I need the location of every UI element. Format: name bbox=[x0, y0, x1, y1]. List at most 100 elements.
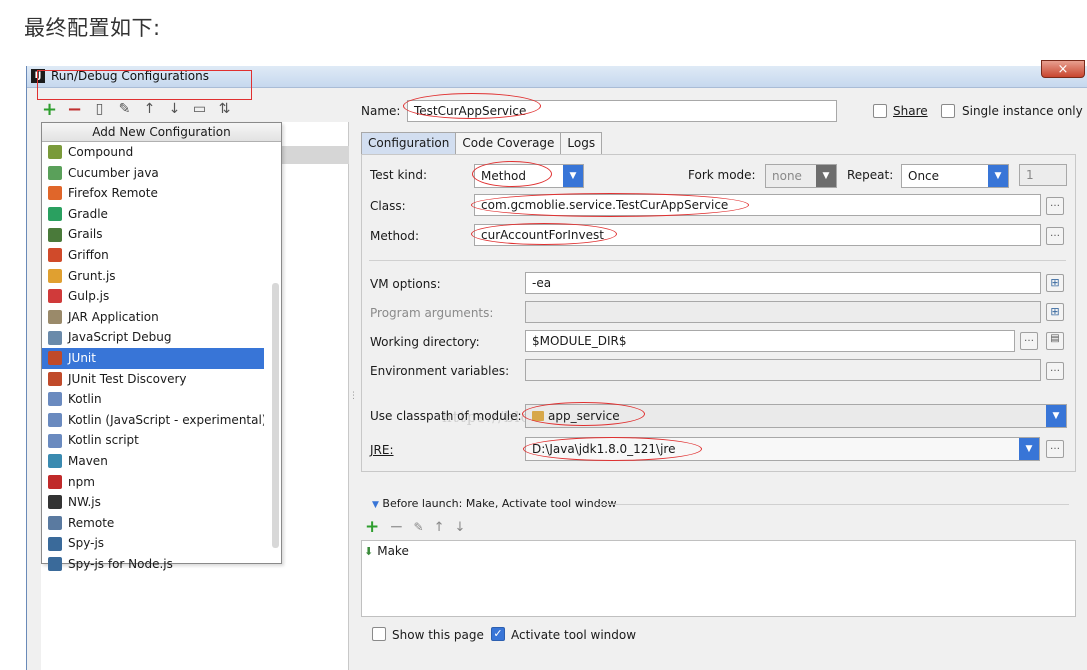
move-task-up-icon[interactable]: ↑ bbox=[434, 520, 445, 535]
collapse-triangle-icon[interactable]: ▼ bbox=[372, 500, 379, 510]
pane-splitter[interactable]: ⋮ bbox=[349, 391, 358, 401]
popup-item[interactable]: Compound bbox=[42, 142, 264, 163]
compound-icon bbox=[48, 145, 62, 160]
window-titlebar: IJ Run/Debug Configurations × bbox=[27, 60, 1087, 88]
popup-scrollbar[interactable] bbox=[272, 283, 279, 548]
popup-item[interactable]: Grails bbox=[42, 224, 264, 245]
config-toolbar: + − ▯ ✎ ↑ ↓ ▭ ⇅ bbox=[41, 99, 233, 120]
chevron-down-icon: ▼ bbox=[1019, 438, 1039, 460]
kotlin-icon bbox=[48, 392, 62, 407]
method-input[interactable]: curAccountForInvest bbox=[474, 224, 1041, 246]
test-kind-value: Method bbox=[481, 169, 527, 183]
before-launch-item[interactable]: ⬇ Make bbox=[364, 544, 409, 558]
share-label: Share bbox=[893, 104, 928, 118]
popup-item[interactable]: Grunt.js bbox=[42, 266, 264, 287]
repeat-select[interactable]: Once ▼ bbox=[901, 164, 1009, 188]
wrench-icon[interactable]: ✎ bbox=[116, 101, 133, 118]
tab-configuration[interactable]: Configuration bbox=[361, 132, 457, 154]
popup-item-label: Cucumber java bbox=[68, 165, 159, 180]
move-task-down-icon[interactable]: ↓ bbox=[454, 520, 465, 535]
chevron-down-icon: ▼ bbox=[1046, 405, 1066, 427]
popup-item[interactable]: Remote bbox=[42, 513, 264, 534]
remote-icon bbox=[48, 515, 62, 530]
popup-item-label: JavaScript Debug bbox=[68, 330, 172, 345]
popup-item-label: JAR Application bbox=[68, 309, 159, 324]
jre-select[interactable]: D:\Java\jdk1.8.0_121\jre ▼ bbox=[525, 437, 1040, 461]
remove-task-icon[interactable]: − bbox=[389, 517, 403, 537]
working-dir-browse-button[interactable]: … bbox=[1020, 332, 1038, 350]
vm-options-input[interactable]: -ea bbox=[525, 272, 1041, 294]
sort-icon[interactable]: ⇅ bbox=[216, 101, 233, 118]
popup-item-label: Gulp.js bbox=[68, 289, 110, 304]
add-icon[interactable]: + bbox=[41, 99, 58, 120]
popup-item[interactable]: Kotlin (JavaScript - experimental) bbox=[42, 410, 264, 431]
jre-browse-button[interactable]: … bbox=[1046, 440, 1064, 458]
tab-logs[interactable]: Logs bbox=[560, 132, 603, 154]
show-page-checkbox[interactable] bbox=[372, 627, 386, 641]
kotlin-script-icon bbox=[48, 433, 62, 448]
popup-item[interactable]: NW.js bbox=[42, 492, 264, 513]
popup-item[interactable]: Kotlin script bbox=[42, 430, 264, 451]
popup-item[interactable]: Cucumber java bbox=[42, 163, 264, 184]
popup-item[interactable]: Maven bbox=[42, 451, 264, 472]
popup-item[interactable]: Kotlin bbox=[42, 389, 264, 410]
class-browse-button[interactable]: … bbox=[1046, 197, 1064, 215]
popup-item[interactable]: Griffon bbox=[42, 245, 264, 266]
close-button[interactable]: × bbox=[1041, 60, 1085, 78]
popup-item-label: Spy-js bbox=[68, 536, 105, 551]
add-task-icon[interactable]: + bbox=[365, 517, 379, 537]
env-vars-browse-button[interactable]: … bbox=[1046, 362, 1064, 380]
tab-code-coverage[interactable]: Code Coverage bbox=[455, 132, 562, 154]
nwjs-icon bbox=[48, 495, 62, 510]
popup-item-label: Spy-js for Node.js bbox=[68, 556, 173, 571]
class-input[interactable]: com.gcmoblie.service.TestCurAppService bbox=[474, 194, 1041, 216]
tree-selected-row[interactable] bbox=[281, 146, 349, 164]
remove-icon[interactable]: − bbox=[66, 99, 83, 120]
popup-item[interactable]: JAR Application bbox=[42, 307, 264, 328]
jre-value: D:\Java\jdk1.8.0_121\jre bbox=[532, 442, 676, 456]
jre-label: JRE: bbox=[370, 443, 394, 457]
popup-item[interactable]: JUnit Test Discovery bbox=[42, 369, 264, 390]
popup-item-label: Kotlin script bbox=[68, 433, 139, 448]
copy-icon[interactable]: ▯ bbox=[91, 101, 108, 118]
popup-item[interactable]: Spy-js bbox=[42, 533, 264, 554]
working-dir-macro-icon[interactable]: ▤ bbox=[1046, 332, 1064, 350]
fork-mode-select[interactable]: none ▼ bbox=[765, 164, 837, 188]
activate-tool-checkbox[interactable]: ✓ bbox=[491, 627, 505, 641]
popup-item-label: Firefox Remote bbox=[68, 186, 158, 201]
popup-item[interactable]: JavaScript Debug bbox=[42, 327, 264, 348]
popup-item[interactable]: Spy-js for Node.js bbox=[42, 554, 264, 575]
vm-options-expand-icon[interactable]: ⊞ bbox=[1046, 274, 1064, 292]
popup-item[interactable]: npm bbox=[42, 472, 264, 493]
popup-item-label: Maven bbox=[68, 453, 108, 468]
program-args-input[interactable] bbox=[525, 301, 1041, 323]
popup-list: Compound Cucumber java Firefox Remote Gradl… bbox=[42, 142, 281, 574]
grunt-icon bbox=[48, 268, 62, 283]
popup-item[interactable]: Gulp.js bbox=[42, 286, 264, 307]
popup-item[interactable]: JUnit bbox=[42, 347, 264, 369]
move-up-icon[interactable]: ↑ bbox=[141, 101, 158, 118]
test-kind-select[interactable]: Method ▼ bbox=[474, 164, 584, 188]
share-checkbox[interactable] bbox=[873, 104, 887, 118]
folder-icon[interactable]: ▭ bbox=[191, 101, 208, 118]
single-instance-checkbox[interactable] bbox=[941, 104, 955, 118]
test-kind-label: Test kind: bbox=[370, 168, 427, 182]
section-divider bbox=[369, 260, 1066, 261]
popup-item-label: Compound bbox=[68, 145, 134, 159]
firefox-icon bbox=[48, 186, 62, 201]
env-vars-input[interactable] bbox=[525, 359, 1041, 381]
repeat-count-input[interactable]: 1 bbox=[1019, 164, 1067, 186]
popup-item[interactable]: Gradle bbox=[42, 204, 264, 225]
working-dir-input[interactable]: $MODULE_DIR$ bbox=[525, 330, 1015, 352]
make-icon: ⬇ bbox=[364, 544, 374, 558]
classpath-module-select[interactable]: app_service ▼ bbox=[525, 404, 1067, 428]
popup-item[interactable]: Firefox Remote bbox=[42, 183, 264, 204]
gradle-icon bbox=[48, 207, 62, 222]
method-browse-button[interactable]: … bbox=[1046, 227, 1064, 245]
program-args-expand-icon[interactable]: ⊞ bbox=[1046, 303, 1064, 321]
name-input[interactable]: TestCurAppService bbox=[407, 100, 837, 122]
move-down-icon[interactable]: ↓ bbox=[166, 101, 183, 118]
popup-item-label: JUnit Test Discovery bbox=[68, 371, 187, 386]
edit-task-icon[interactable]: ✎ bbox=[414, 520, 424, 534]
grails-icon bbox=[48, 227, 62, 242]
